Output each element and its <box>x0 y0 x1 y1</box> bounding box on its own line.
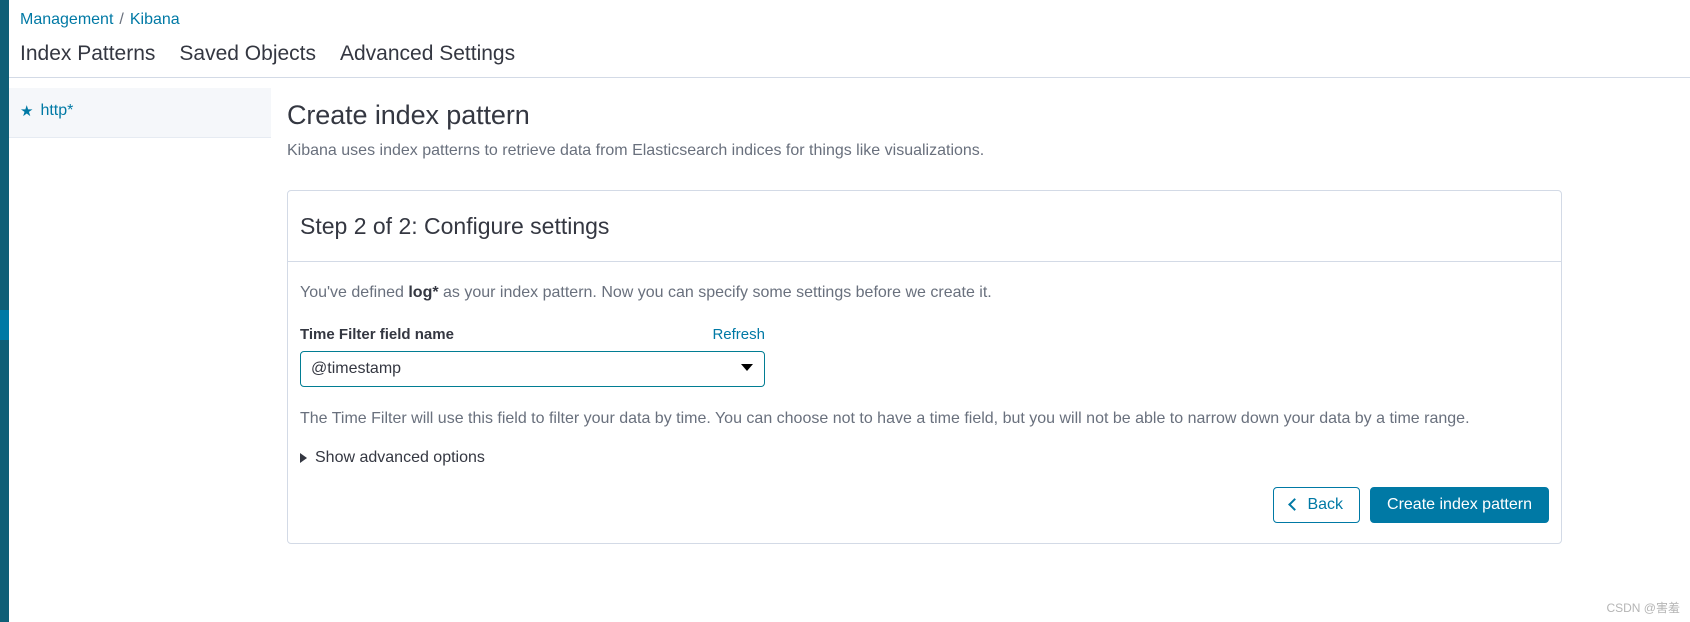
tab-saved-objects[interactable]: Saved Objects <box>179 41 316 77</box>
breadcrumb-separator: / <box>119 11 124 28</box>
page-header: Management / Kibana Index Patterns Saved… <box>9 0 1690 78</box>
watermark: CSDN @害羞 <box>1606 601 1680 615</box>
time-filter-select[interactable]: @timestamp <box>300 351 765 387</box>
rail-segment-top <box>0 0 9 310</box>
panel-body: You've defined log* as your index patter… <box>288 262 1561 543</box>
time-filter-select-wrap: @timestamp <box>300 351 765 387</box>
show-advanced-options-toggle[interactable]: Show advanced options <box>300 449 485 467</box>
tab-bar: Index Patterns Saved Objects Advanced Se… <box>9 30 1690 78</box>
panel-actions: Back Create index pattern <box>300 487 1549 529</box>
step-title: Step 2 of 2: Configure settings <box>300 213 610 239</box>
breadcrumb: Management / Kibana <box>9 0 1690 30</box>
intro-text: You've defined log* as your index patter… <box>300 282 1549 304</box>
chevron-left-icon <box>1288 498 1302 511</box>
triangle-right-icon <box>300 453 307 463</box>
sidebar-item-label: http* <box>40 102 74 119</box>
configure-settings-panel: Step 2 of 2: Configure settings You've d… <box>287 190 1562 544</box>
refresh-link[interactable]: Refresh <box>712 326 765 343</box>
show-advanced-options-label: Show advanced options <box>315 449 485 466</box>
intro-pattern: log* <box>408 284 439 301</box>
index-pattern-sidebar: ★ http* <box>9 88 271 138</box>
page-subtitle: Kibana uses index patterns to retrieve d… <box>287 142 985 159</box>
main-content: Create index pattern Kibana uses index p… <box>287 98 1562 544</box>
page-title: Create index pattern <box>287 100 530 130</box>
intro-suffix: as your index pattern. Now you can speci… <box>438 284 992 301</box>
intro-prefix: You've defined <box>300 284 409 301</box>
rail-segment-bottom <box>0 340 9 622</box>
breadcrumb-management[interactable]: Management <box>20 10 113 30</box>
time-filter-field-row: Time Filter field name Refresh <box>300 326 765 343</box>
back-button-label: Back <box>1307 496 1344 513</box>
tab-advanced-settings[interactable]: Advanced Settings <box>340 41 515 77</box>
time-filter-help-text: The Time Filter will use this field to f… <box>300 410 1470 427</box>
sidebar-item-http[interactable]: ★ http* <box>9 88 271 120</box>
time-filter-label: Time Filter field name <box>300 326 454 343</box>
star-icon: ★ <box>20 102 34 120</box>
left-nav-rail <box>0 0 9 622</box>
breadcrumb-kibana[interactable]: Kibana <box>130 10 180 30</box>
tab-index-patterns[interactable]: Index Patterns <box>20 41 155 77</box>
panel-header: Step 2 of 2: Configure settings <box>288 191 1561 262</box>
back-button[interactable]: Back <box>1273 487 1361 523</box>
rail-segment-active <box>0 310 9 340</box>
create-index-pattern-button[interactable]: Create index pattern <box>1370 487 1549 523</box>
